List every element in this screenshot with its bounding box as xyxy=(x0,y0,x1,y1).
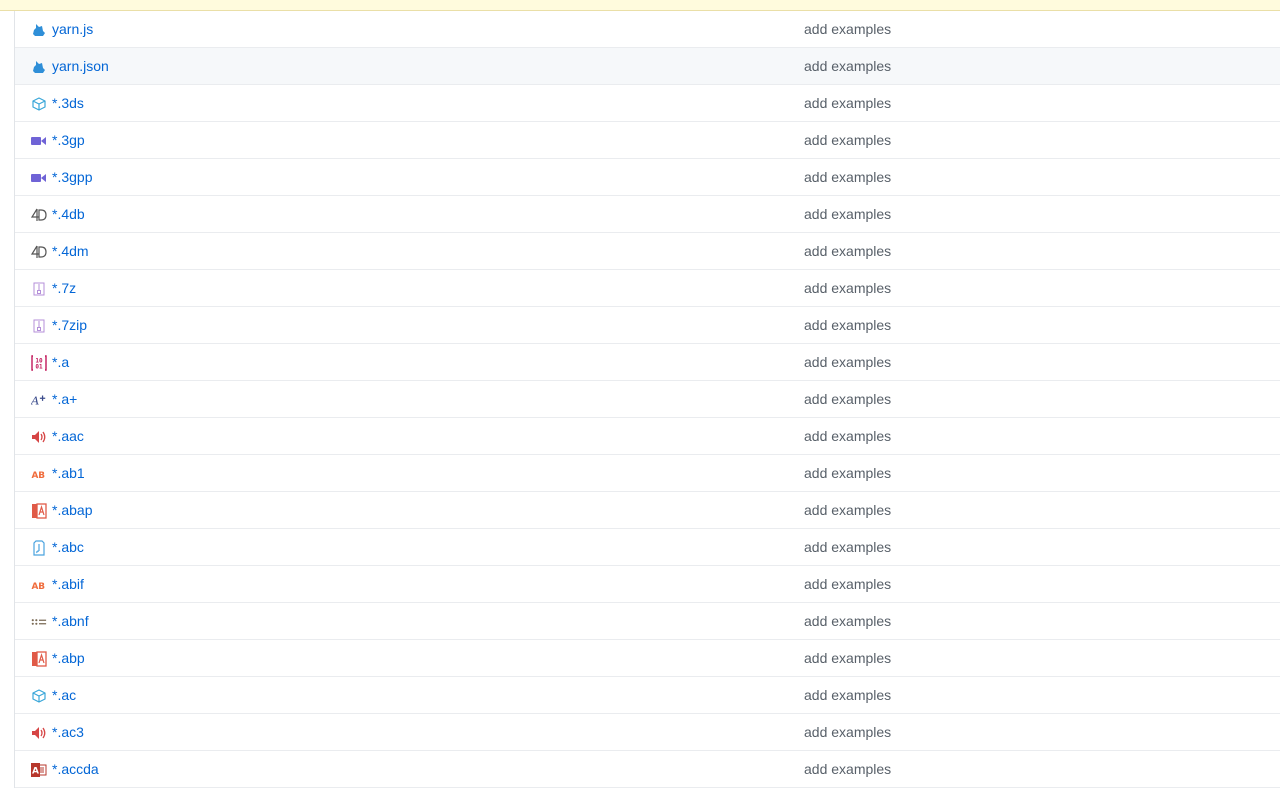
audio-icon xyxy=(31,429,47,444)
a-plus-icon: A xyxy=(31,392,47,407)
commit-message-link[interactable]: add examples xyxy=(804,11,891,48)
file-row[interactable]: *.abap add examples xyxy=(15,492,1280,529)
file-name-link[interactable]: *.3ds xyxy=(52,85,84,122)
ab-icon: AB xyxy=(31,466,47,481)
commit-message-link[interactable]: add examples xyxy=(804,196,891,233)
file-row[interactable]: *.aac add examples xyxy=(15,418,1280,455)
commit-message-link[interactable]: add examples xyxy=(804,122,891,159)
file-name-link[interactable]: *.abp xyxy=(52,640,85,677)
file-row[interactable]: *.4db add examples xyxy=(15,196,1280,233)
commit-message-link[interactable]: add examples xyxy=(804,751,891,788)
binary-icon: 10 01 xyxy=(31,354,47,371)
file-row[interactable]: *.7zip add examples xyxy=(15,307,1280,344)
file-name-link[interactable]: *.a+ xyxy=(52,381,77,418)
file-name-link[interactable]: *.abnf xyxy=(52,603,89,640)
commit-message-link[interactable]: add examples xyxy=(804,418,891,455)
file-row[interactable]: *.4dm add examples xyxy=(15,233,1280,270)
svg-text:AB: AB xyxy=(31,471,45,480)
file-name-link[interactable]: *.abap xyxy=(52,492,92,529)
file-row[interactable]: *.abc add examples xyxy=(15,529,1280,566)
file-name-link[interactable]: *.7zip xyxy=(52,307,87,344)
cube-icon xyxy=(31,96,47,111)
commit-message-link[interactable]: add examples xyxy=(804,85,891,122)
file-name-link[interactable]: *.4dm xyxy=(52,233,89,270)
file-name-link[interactable]: *.accda xyxy=(52,751,99,788)
yarn-icon xyxy=(31,22,47,37)
file-row[interactable]: *.abnf add examples xyxy=(15,603,1280,640)
archive-icon xyxy=(31,281,47,296)
file-row[interactable]: *.7z add examples xyxy=(15,270,1280,307)
file-row[interactable]: *.ac3 add examples xyxy=(15,714,1280,751)
commit-message-link[interactable]: add examples xyxy=(804,159,891,196)
file-row[interactable]: *.abp add examples xyxy=(15,640,1280,677)
svg-text:A: A xyxy=(32,766,39,776)
commit-message-link[interactable]: add examples xyxy=(804,381,891,418)
file-name-link[interactable]: *.4db xyxy=(52,196,85,233)
file-name-link[interactable]: *.abc xyxy=(52,529,84,566)
abnf-icon xyxy=(31,614,47,629)
audio-icon xyxy=(31,725,47,740)
commit-message-link[interactable]: add examples xyxy=(804,455,891,492)
file-row[interactable]: *.3gp add examples xyxy=(15,122,1280,159)
4d-icon xyxy=(31,244,47,259)
file-row[interactable]: 10 01 *.a add examples xyxy=(15,344,1280,381)
commit-message-link[interactable]: add examples xyxy=(804,307,891,344)
abap-icon xyxy=(31,502,47,519)
video-icon xyxy=(31,133,47,148)
file-row[interactable]: yarn.js add examples xyxy=(15,11,1280,48)
svg-text:01: 01 xyxy=(35,363,43,370)
4d-icon xyxy=(31,207,47,222)
file-list: yarn.js add examples yarn.json add examp… xyxy=(14,11,1280,788)
video-icon xyxy=(31,170,47,185)
yarn-icon xyxy=(31,59,47,74)
file-row[interactable]: A *.accda add examples xyxy=(15,751,1280,788)
file-row[interactable]: *.3ds add examples xyxy=(15,85,1280,122)
commit-message-link[interactable]: add examples xyxy=(804,492,891,529)
file-name-link[interactable]: *.3gp xyxy=(52,122,85,159)
cube-icon xyxy=(31,688,47,703)
file-row[interactable]: *.ac add examples xyxy=(15,677,1280,714)
file-name-link[interactable]: yarn.js xyxy=(52,11,93,48)
file-row[interactable]: AB *.ab1 add examples xyxy=(15,455,1280,492)
commit-message-link[interactable]: add examples xyxy=(804,714,891,751)
commit-message-link[interactable]: add examples xyxy=(804,48,891,85)
ab-icon: AB xyxy=(31,577,47,592)
file-row[interactable]: AB *.abif add examples xyxy=(15,566,1280,603)
file-name-link[interactable]: *.ac xyxy=(52,677,76,714)
file-name-link[interactable]: *.ac3 xyxy=(52,714,84,751)
file-row[interactable]: A *.a+ add examples xyxy=(15,381,1280,418)
commit-message-link[interactable]: add examples xyxy=(804,566,891,603)
commit-message-link[interactable]: add examples xyxy=(804,270,891,307)
svg-text:A: A xyxy=(31,393,39,407)
file-name-link[interactable]: *.3gpp xyxy=(52,159,92,196)
file-name-link[interactable]: *.aac xyxy=(52,418,84,455)
file-row[interactable]: yarn.json add examples xyxy=(15,48,1280,85)
file-row[interactable]: *.3gpp add examples xyxy=(15,159,1280,196)
svg-text:AB: AB xyxy=(31,582,45,591)
file-name-link[interactable]: *.7z xyxy=(52,270,76,307)
file-name-link[interactable]: yarn.json xyxy=(52,48,109,85)
abc-icon xyxy=(31,539,47,556)
file-name-link[interactable]: *.ab1 xyxy=(52,455,85,492)
commit-message-link[interactable]: add examples xyxy=(804,233,891,270)
notice-banner xyxy=(0,0,1280,11)
commit-message-link[interactable]: add examples xyxy=(804,529,891,566)
commit-message-link[interactable]: add examples xyxy=(804,344,891,381)
abap-icon xyxy=(31,650,47,667)
file-name-link[interactable]: *.abif xyxy=(52,566,84,603)
file-name-link[interactable]: *.a xyxy=(52,344,69,381)
archive-icon xyxy=(31,318,47,333)
access-icon: A xyxy=(31,762,47,777)
commit-message-link[interactable]: add examples xyxy=(804,677,891,714)
commit-message-link[interactable]: add examples xyxy=(804,603,891,640)
commit-message-link[interactable]: add examples xyxy=(804,640,891,677)
